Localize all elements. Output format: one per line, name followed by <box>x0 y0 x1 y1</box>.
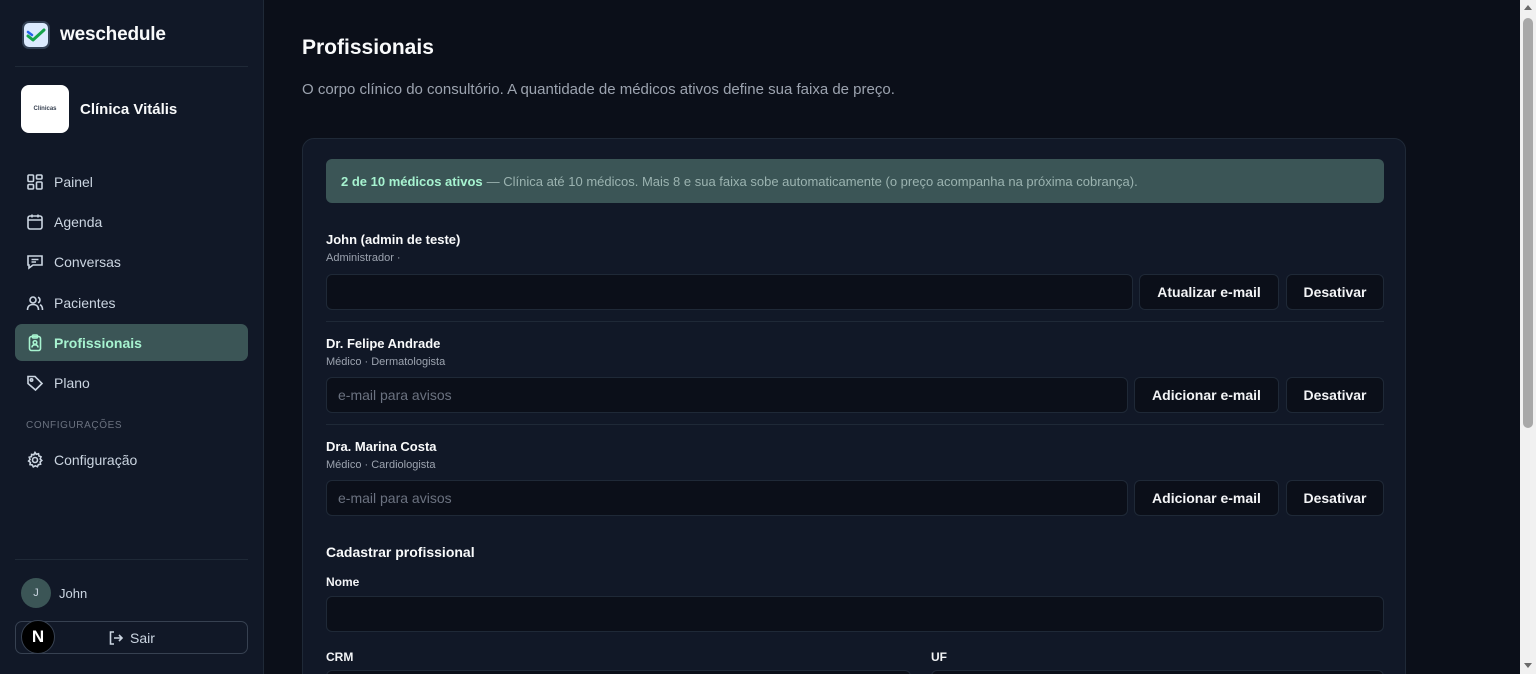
professional-name: Dra. Marina Costa <box>326 439 437 454</box>
brand[interactable]: weschedule <box>22 21 166 49</box>
add-email-button[interactable]: Adicionar e-mail <box>1134 377 1279 413</box>
logout-icon <box>109 630 124 645</box>
page-scrollbar[interactable] <box>1520 0 1536 674</box>
sidebar-item-conversas[interactable]: Conversas <box>15 243 248 280</box>
professional-role: Médico · Cardiologista <box>326 459 436 471</box>
professional-role: Médico · Dermatologista <box>326 356 446 368</box>
sidebar-item-label: Painel <box>54 173 93 190</box>
professional-role: Administrador · <box>326 252 401 264</box>
sidebar-item-label: Plano <box>54 374 90 391</box>
banner-count: 2 de 10 médicos ativos <box>341 173 483 189</box>
sidebar-item-profissionais[interactable]: Profissionais <box>15 324 248 361</box>
update-email-button[interactable]: Atualizar e-mail <box>1139 274 1279 310</box>
app-root: weschedule Clínicas Clínica Vitális Pain… <box>0 0 1536 674</box>
scroll-down-icon[interactable] <box>1524 663 1532 668</box>
professional-name: John (admin de teste) <box>326 232 461 247</box>
deactivate-button[interactable]: Desativar <box>1286 480 1384 516</box>
professional-email-input[interactable] <box>326 377 1128 413</box>
plan-usage-banner: 2 de 10 médicos ativos — Clínica até 10 … <box>326 159 1384 203</box>
dashboard-icon <box>27 173 43 190</box>
sidebar-item-plano[interactable]: Plano <box>15 364 248 401</box>
sidebar-item-label: Conversas <box>54 253 121 270</box>
gear-icon <box>27 450 43 468</box>
row-divider <box>326 321 1384 322</box>
user-profile[interactable]: J John <box>21 578 87 608</box>
brand-name: weschedule <box>60 24 166 45</box>
sidebar-divider <box>15 66 248 67</box>
chat-icon <box>27 254 43 270</box>
crm-input[interactable] <box>326 670 911 674</box>
next-dev-badge[interactable]: N <box>21 620 55 654</box>
deactivate-button[interactable]: Desativar <box>1286 377 1384 413</box>
sidebar-item-label: Agenda <box>54 213 103 230</box>
professional-email-input[interactable] <box>326 480 1128 516</box>
uf-label: UF <box>931 650 947 664</box>
register-form-title: Cadastrar profissional <box>326 544 475 560</box>
name-input[interactable] <box>326 596 1384 632</box>
uf-input[interactable] <box>931 670 1384 674</box>
professional-name: Dr. Felipe Andrade <box>326 336 441 351</box>
clinic-name: Clínica Vitális <box>80 100 178 118</box>
sidebar-item-configuracao[interactable]: Configuração <box>15 441 248 478</box>
clinic-logo: Clínicas <box>21 85 69 133</box>
crm-label: CRM <box>326 650 354 664</box>
add-email-button[interactable]: Adicionar e-mail <box>1134 480 1279 516</box>
scroll-thumb[interactable] <box>1523 18 1533 428</box>
calendar-icon <box>27 214 43 230</box>
clinic-logo-text: Clínicas <box>33 106 57 112</box>
sidebar: weschedule Clínicas Clínica Vitális Pain… <box>0 0 264 674</box>
clinic-switcher[interactable]: Clínicas Clínica Vitális <box>21 85 177 133</box>
page-title: Profissionais <box>302 36 434 59</box>
sidebar-item-agenda[interactable]: Agenda <box>15 203 248 240</box>
sidebar-divider <box>15 559 248 560</box>
sidebar-item-label: Profissionais <box>54 334 142 351</box>
users-icon <box>26 295 44 310</box>
sidebar-item-label: Configuração <box>54 451 138 468</box>
name-label: Nome <box>326 575 360 589</box>
logout-label: Sair <box>130 629 155 646</box>
sidebar-item-label: Pacientes <box>54 294 116 311</box>
section-label-settings: CONFIGURAÇÕES <box>26 420 123 431</box>
clipboard-icon <box>28 333 42 351</box>
tag-icon <box>27 375 44 391</box>
avatar: J <box>21 578 51 608</box>
row-divider <box>326 424 1384 425</box>
professionals-card: 2 de 10 médicos ativos — Clínica até 10 … <box>302 138 1406 674</box>
page-subtitle: O corpo clínico do consultório. A quanti… <box>302 81 895 98</box>
professional-email-input[interactable] <box>326 274 1133 310</box>
sidebar-item-painel[interactable]: Painel <box>15 163 248 200</box>
banner-text: — Clínica até 10 médicos. Mais 8 e sua f… <box>486 173 1138 189</box>
deactivate-button[interactable]: Desativar <box>1286 274 1384 310</box>
scroll-up-icon[interactable] <box>1524 5 1532 10</box>
sidebar-item-pacientes[interactable]: Pacientes <box>15 284 248 321</box>
brand-logo-icon <box>22 21 50 49</box>
user-name: John <box>59 585 88 601</box>
